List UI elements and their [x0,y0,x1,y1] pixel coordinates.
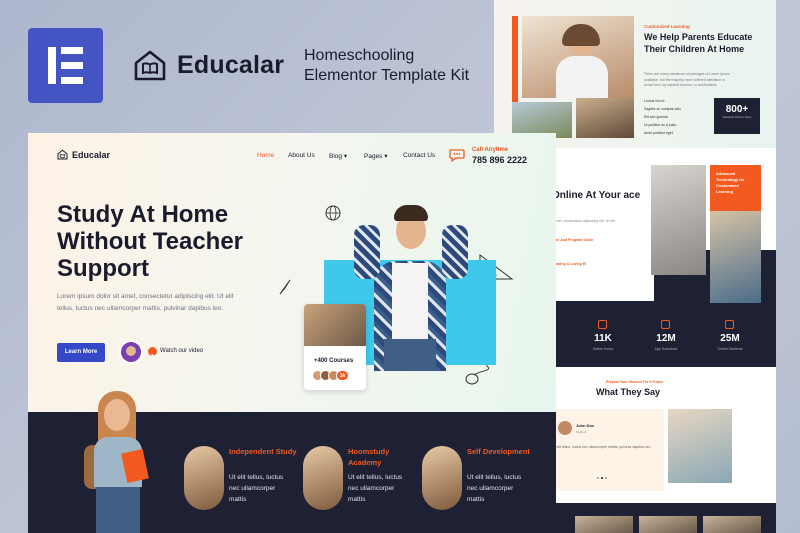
brand-name: Educalar [177,50,285,79]
online-desc: t amet, consectetur adipiscing elit. Ut … [552,219,615,223]
about-desc: There are many variations of passages of… [644,72,730,87]
about-tag: Customized Learning [644,24,690,29]
online-link[interactable]: Reading & Loving Et [552,262,586,266]
testimonial-title: What They Say [596,387,661,397]
feature-title: Self Development [467,447,530,456]
list-item: Sagittis ac volutpat odio [644,107,681,111]
watch-video-link[interactable]: Watch our video [160,348,203,354]
stat-label: App Download [654,347,678,351]
globe-icon [325,205,341,221]
nav-about[interactable]: About Us [288,152,315,159]
feature-title: Hoomstudy Academy [348,447,390,467]
courses-count: +400 Courses [314,358,354,364]
about-list: Luctus nisl et Sagittis ac volutpat odio… [644,97,681,137]
feature-photo [184,446,224,510]
testimonial-name: John Doe [576,423,595,428]
thumbnail [575,516,633,533]
hero-title: Study At Home Without Teacher Support [57,201,244,282]
testimonial-tag: Prepare Your Student For A Future [606,380,664,384]
avatar-group: 3k [312,370,349,381]
preview-page-main: Educalar Home About Us Blog ▾ Pages ▾ Co… [28,133,556,533]
feature-photo [303,446,343,510]
nav-blog[interactable]: Blog ▾ [329,152,347,160]
course-photo [304,304,366,346]
monitor-icon [598,320,607,329]
stat-label: Satisfied Parent Says [722,115,752,119]
list-item: Luctus nisl et [644,99,665,103]
phone-icon [661,320,670,329]
kit-title: Homeschooling Elementor Template Kit [304,46,469,86]
stat-number: 12M [656,333,676,344]
accent-bar [512,16,518,102]
nav-pages[interactable]: Pages ▾ [364,152,388,160]
graduate-icon [725,320,734,329]
learn-more-button[interactable]: Learn More [57,343,105,362]
call-number[interactable]: 785 896 2222 [472,155,527,165]
feature-text: Ut elit tellus, luctus nec ullamcorper m… [467,474,522,503]
nav-home[interactable]: Home [257,152,274,159]
boy-photo [651,165,706,275]
list-item: Ut porttitor ac a justo [644,123,677,127]
hero-description: Lorem ipsum dolor sit amet, consectetur … [57,293,234,312]
avatar [558,421,572,435]
stat-number: 11K [594,333,612,344]
house-book-icon [57,149,68,160]
girl-studying-photo [522,16,634,98]
chat-bubble-icon [449,149,465,163]
brand-logo: Educalar [133,48,284,82]
tech-box: Advanced Technology for Customized Learn… [710,165,761,211]
call-label: Call Anytime [472,147,509,153]
testimonial-text: Ut elit tellus, luctus nec ullamcorper m… [552,445,652,449]
elementor-logo-icon [28,28,103,103]
house-book-icon [134,50,166,81]
girl-backpack-photo [76,391,166,533]
thumbnail [639,516,697,533]
kit-line-1: Homeschooling [304,47,415,64]
feature-title: Independent Study [229,447,297,456]
about-title: We Help Parents Educate Their Children A… [644,32,753,54]
kit-line-2: Elementor Template Kit [304,67,470,84]
list-item: Elit sed gravida [644,115,668,119]
online-link[interactable]: Plan And Program Guide [552,238,593,242]
stat-number: 800+ [725,104,749,115]
carousel-dots[interactable] [597,477,609,480]
stat-label: Online Students [717,347,743,351]
site-logo-text: Educalar [72,149,111,160]
play-icon[interactable] [148,347,157,358]
list-item: Amet porttitor eget [644,131,673,135]
online-title: Online At Your ace [552,190,641,201]
thumbnail [703,516,761,533]
feature-text: Ut elit tellus, luctus nec ullamcorper m… [348,474,403,503]
paper-plane-icon [279,279,291,295]
feature-text: Ut elit tellus, luctus nec ullamcorper m… [229,474,284,503]
girl-laptop-photo [668,409,732,483]
parents-stat: 800+ Satisfied Parent Says [714,98,760,134]
headphones-boy-photo [710,211,761,303]
nav-contact[interactable]: Contact Us [403,152,435,159]
testimonial-role: Student [576,430,587,434]
stat-label: Online Hours [592,347,614,351]
desk-photo [576,98,634,138]
site-logo[interactable]: Educalar [57,149,110,160]
stat-number: 25M [720,333,740,344]
feature-photo [422,446,462,510]
avatar-count: 3k [336,370,349,381]
video-thumbnail[interactable] [119,340,143,364]
